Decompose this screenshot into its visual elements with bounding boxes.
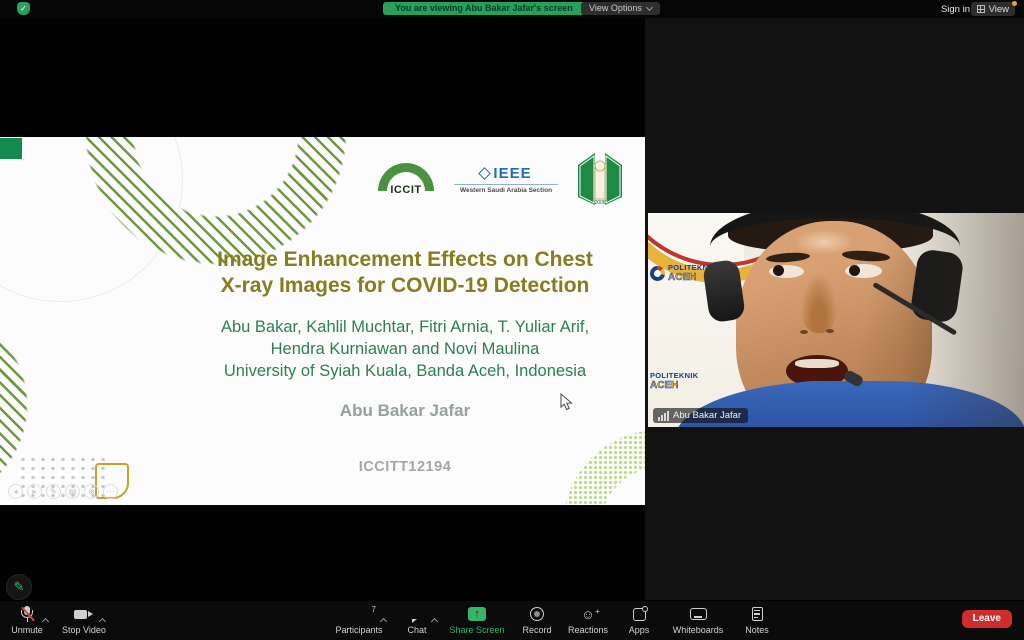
mouse-cursor	[560, 393, 573, 411]
view-button-label: View	[989, 4, 1009, 15]
view-button[interactable]: View	[971, 2, 1015, 16]
presenter-nav-controls[interactable]: ◂ ▸ ✎ ▤ ⊕ ⋯	[8, 484, 118, 499]
left-nostril	[800, 330, 808, 334]
view-options-label: View Options	[589, 2, 642, 15]
participants-button[interactable]: 7 Participants	[332, 605, 386, 635]
participants-label: Participants	[335, 625, 382, 635]
presentation-slide: ICCIT IEEE Western Saudi Arabia Section	[0, 137, 645, 505]
politeknik-aceh-logo-2: POLITEKNIK ACEH	[648, 371, 698, 391]
view-options-dropdown[interactable]: View Options	[581, 2, 660, 15]
apps-button[interactable]: Apps	[620, 605, 658, 635]
record-button[interactable]: Record	[518, 605, 556, 635]
mic-muted-icon	[19, 606, 36, 623]
share-screen-label: Share Screen	[449, 625, 504, 635]
zoom-tool-icon[interactable]: ⊕	[84, 484, 99, 499]
next-slide-icon[interactable]: ▸	[27, 484, 42, 499]
video-camera-icon	[74, 610, 93, 619]
pencil-icon: ✎	[14, 579, 25, 595]
reactions-button[interactable]: ☺ + Reactions	[568, 605, 608, 635]
notes-icon	[752, 607, 763, 621]
unmute-menu-caret[interactable]	[41, 618, 48, 625]
teeth	[795, 359, 839, 368]
annotate-button[interactable]: ✎	[6, 574, 32, 600]
shared-screen-area: ICCIT IEEE Western Saudi Arabia Section	[0, 18, 645, 603]
video-menu-caret[interactable]	[99, 618, 106, 625]
right-nostril	[826, 329, 834, 333]
iccit-logo: ICCIT	[378, 163, 434, 196]
reactions-label: Reactions	[568, 625, 608, 635]
prev-slide-icon[interactable]: ◂	[8, 484, 23, 499]
banner2-text-politeknik: POLITEKNIK	[650, 371, 698, 380]
viewing-screen-banner: You are viewing Abu Bakar Jafar's screen	[383, 2, 585, 15]
meeting-top-bar: ✓ You are viewing Abu Bakar Jafar's scre…	[0, 0, 1024, 18]
authors-line2: Hendra Kurniawan and Novi Maulina	[165, 339, 645, 361]
reactions-smiley-icon: ☺ +	[581, 608, 594, 621]
apps-label: Apps	[629, 625, 650, 635]
more-options-icon[interactable]: ⋯	[103, 484, 118, 499]
notification-dot	[1012, 1, 1017, 6]
record-label: Record	[522, 625, 551, 635]
connection-signal-icon	[658, 411, 669, 421]
ieee-logo: IEEE Western Saudi Arabia Section	[450, 165, 562, 194]
notes-label: Notes	[745, 625, 769, 635]
slide-authors: Abu Bakar, Kahlil Muchtar, Fitri Arnia, …	[165, 317, 645, 382]
whiteboards-button[interactable]: Whiteboards	[670, 605, 726, 635]
unmute-label: Unmute	[11, 625, 43, 635]
notes-button[interactable]: Notes	[738, 605, 776, 635]
participants-icon	[350, 607, 368, 621]
ieee-diamond-icon	[479, 167, 492, 180]
stop-video-label: Stop Video	[62, 625, 106, 635]
participant-name-label: Abu Bakar Jafar	[653, 408, 748, 423]
conference-logos: ICCIT IEEE Western Saudi Arabia Section	[378, 152, 630, 206]
iccit-logo-text: ICCIT	[390, 184, 421, 196]
participant-name-text: Abu Bakar Jafar	[673, 410, 741, 421]
whiteboards-icon	[690, 608, 707, 620]
presenter-name: Abu Bakar Jafar	[165, 401, 645, 421]
banner2-text-aceh: ACEH	[650, 380, 698, 391]
authors-line1: Abu Bakar, Kahlil Muchtar, Fitri Arnia, …	[165, 317, 645, 339]
webcam-video-tile[interactable]: POLITEKNIK ACEH POLITEKNIK ACEH Abu Baka…	[648, 213, 1024, 427]
politeknik-swirl-icon	[650, 266, 665, 281]
apps-icon	[633, 608, 646, 621]
ieee-divider	[454, 184, 558, 185]
record-icon	[530, 607, 544, 621]
ieee-logo-text: IEEE	[493, 165, 531, 182]
share-screen-button[interactable]: ↑ Share Screen	[448, 605, 506, 635]
meeting-toolbar: Unmute Stop Video 7 Participants	[0, 600, 1024, 640]
chevron-down-icon	[646, 4, 653, 11]
university-logo-year: 2006	[594, 200, 605, 205]
leave-button[interactable]: Leave	[962, 610, 1012, 628]
pen-tool-icon[interactable]: ✎	[46, 484, 61, 499]
share-screen-icon: ↑	[468, 607, 486, 621]
unmute-button[interactable]: Unmute	[8, 605, 46, 635]
reactions-plus-icon: +	[595, 605, 600, 618]
slide-title: Image Enhancement Effects on Chest X-ray…	[165, 247, 645, 300]
participants-menu-caret[interactable]	[380, 618, 387, 625]
chat-button[interactable]: Chat	[398, 605, 436, 635]
security-shield-icon[interactable]: ✓	[17, 2, 30, 15]
participants-count: 7	[372, 605, 376, 614]
affiliation: University of Syiah Kuala, Banda Aceh, I…	[165, 361, 645, 383]
university-logo: 2006	[578, 153, 622, 205]
stop-video-button[interactable]: Stop Video	[62, 605, 106, 635]
view-layout-icon	[977, 5, 985, 13]
paper-id: ICCITT12194	[165, 459, 645, 475]
whiteboards-label: Whiteboards	[673, 625, 724, 635]
sign-in-button[interactable]: Sign in	[941, 4, 970, 15]
ieee-section-text: Western Saudi Arabia Section	[460, 187, 552, 194]
slide-sorter-icon[interactable]: ▤	[65, 484, 80, 499]
slide-title-line2: X-ray Images for COVID-19 Detection	[165, 273, 645, 299]
chat-label: Chat	[407, 625, 426, 635]
slide-title-line1: Image Enhancement Effects on Chest	[165, 247, 645, 273]
university-logo-icon: 2006	[578, 153, 622, 205]
chat-menu-caret[interactable]	[430, 618, 437, 625]
chat-icon	[410, 608, 425, 621]
